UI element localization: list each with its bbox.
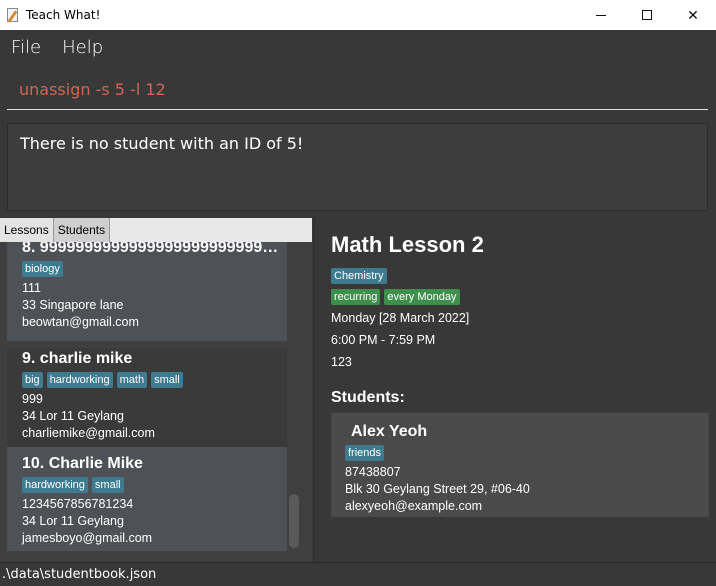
list-item[interactable]: 8. 99999999999999999999999999999... biol… [7,242,287,341]
lesson-subject-tags: Chemistry [331,268,387,284]
lesson-time: 6:00 PM - 7:59 PM [331,333,436,347]
subject-tag: Chemistry [331,268,387,284]
tag: small [91,477,124,493]
student-email: charliemike@gmail.com [22,426,155,440]
student-phone: 999 [22,392,43,406]
student-email: jamesboyo@gmail.com [22,531,153,545]
assigned-student-email: alexyeoh@example.com [345,499,483,513]
student-name: 8. 99999999999999999999999999999... [22,242,284,256]
student-name: 10. Charlie Mike [22,455,143,472]
student-name: 9. charlie mike [22,350,133,367]
list-item[interactable]: 10. Charlie Mike hardworking small 12345… [7,447,287,551]
result-display: There is no student with an ID of 5! [7,123,708,211]
tab-students[interactable]: Students [53,218,111,242]
command-box [7,70,708,110]
student-address: 34 Lor 11 Geylang [22,409,124,423]
menu-help[interactable]: Help [62,37,103,58]
maximize-icon [642,10,652,20]
lesson-title: Math Lesson 2 [331,232,484,257]
tag-list: friends [345,445,709,462]
assigned-student-address: Blk 30 Geylang Street 29, #06-40 [345,482,530,496]
tag: small [151,372,183,388]
lesson-type-tags: recurring every Monday [331,289,460,305]
window-title: Teach What! [26,8,101,22]
tag: hardworking [22,477,88,493]
scrollbar-thumb[interactable] [289,494,299,548]
close-button[interactable]: ✕ [670,0,716,30]
student-address: 34 Lor 11 Geylang [22,514,124,528]
tag: friends [345,445,385,461]
lesson-date: Monday [28 March 2022] [331,311,470,325]
lesson-address: 123 [331,355,352,369]
window-controls: ✕ [578,0,716,30]
list-scrollbar[interactable] [289,250,299,550]
tag: biology [22,261,63,277]
students-heading: Students: [331,389,405,406]
tag-list: biology [22,261,287,278]
minimize-button[interactable] [578,0,624,30]
menu-file[interactable]: File [11,37,41,58]
student-email: beowtan@gmail.com [22,315,139,329]
minimize-icon [596,14,606,16]
student-phone: 1234567856781234 [22,497,134,511]
tag: big [22,372,43,388]
assigned-student-card[interactable]: Alex Yeoh friends 87438807 Blk 30 Geylan… [331,413,709,517]
student-list[interactable]: 8. 99999999999999999999999999999... biol… [0,242,312,562]
tab-bar: Lessons Students [0,218,312,242]
lesson-detail-panel: Math Lesson 2 Chemistry recurring every … [314,218,716,562]
result-text: There is no student with an ID of 5! [20,134,304,153]
recurring-tag: recurring [331,289,381,305]
status-bar: .\data\studentbook.json [0,562,716,586]
command-input[interactable] [7,70,708,108]
student-phone: 111 [22,281,42,295]
student-address: 33 Singapore lane [22,298,124,312]
maximize-button[interactable] [624,0,670,30]
assigned-student-name: Alex Yeoh [351,423,428,440]
notepad-icon [5,7,21,23]
tag: hardworking [46,372,113,388]
title-bar: Teach What! ✕ [0,0,716,30]
tag-list: hardworking small [22,477,287,494]
tag: math [116,372,148,388]
tab-lessons[interactable]: Lessons [0,218,54,242]
schedule-tag: every Monday [384,289,460,305]
close-icon: ✕ [687,6,699,23]
tag-list: big hardworking math small [22,372,287,389]
menu-bar: File Help [0,30,716,64]
list-item[interactable]: 9. charlie mike big hardworking math sma… [7,348,287,447]
assigned-student-phone: 87438807 [345,465,401,479]
